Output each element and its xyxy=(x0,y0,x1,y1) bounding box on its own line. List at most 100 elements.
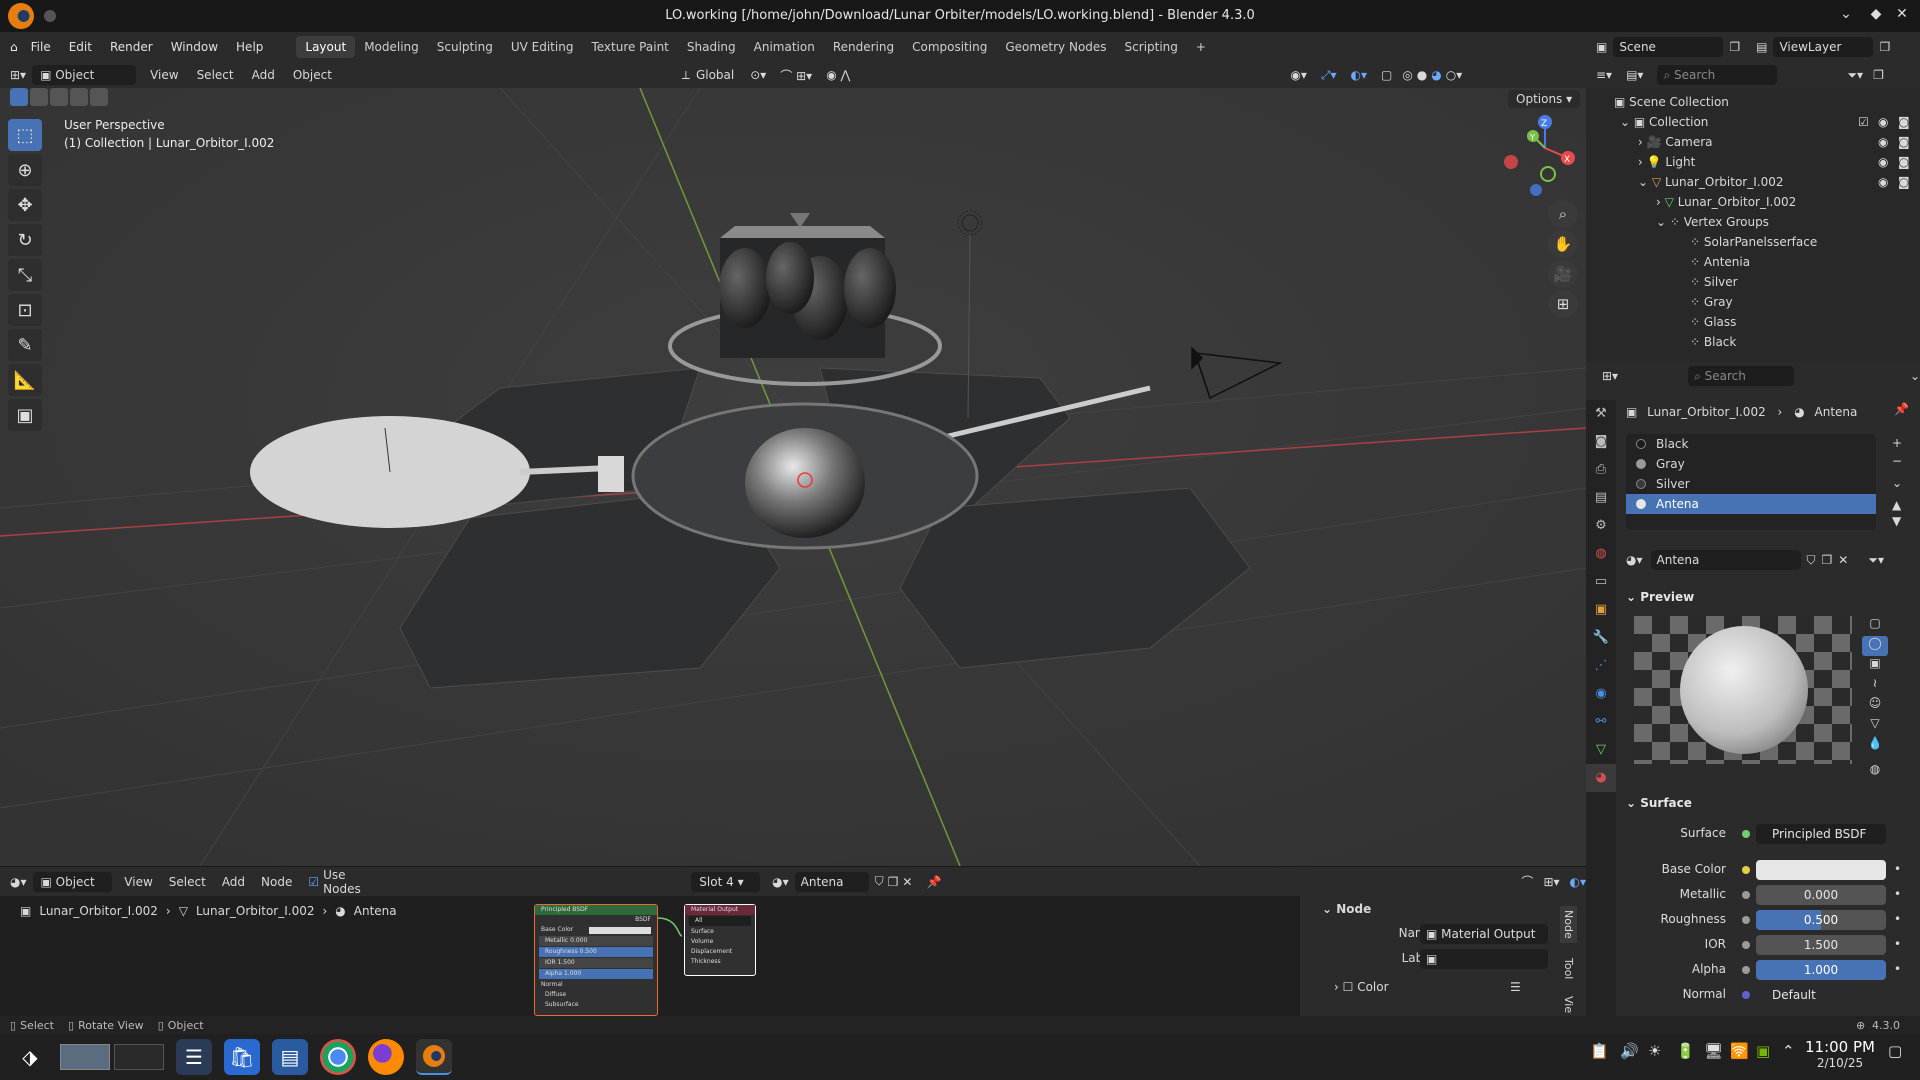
base-color-keyframe-icon[interactable]: • xyxy=(1894,862,1901,876)
render-camera-icon[interactable]: ◙ xyxy=(1898,172,1910,192)
add-cube-icon[interactable]: ▣ xyxy=(8,399,42,431)
preview-monkey-icon[interactable]: ☺ xyxy=(1862,696,1888,716)
preview-cloth-icon[interactable]: ▽ xyxy=(1862,716,1888,736)
preview-world-icon[interactable]: ◍ xyxy=(1862,762,1888,782)
material-output-node[interactable]: Material Output All Surface Volume Displ… xyxy=(684,904,756,976)
browse-material-icon[interactable]: ◕▾ xyxy=(1626,553,1643,567)
tab-geometry-nodes[interactable]: Geometry Nodes xyxy=(996,36,1115,58)
material-filter-icon[interactable]: ⏷▾ xyxy=(1868,553,1884,568)
render-tab-icon[interactable]: ◙ xyxy=(1586,428,1616,456)
3d-viewport[interactable]: X Z Y User Perspective (1) Collection | … xyxy=(0,88,1586,866)
outliner-row[interactable]: › ▽ Lunar_Orbitor_I.002 xyxy=(1586,192,1920,212)
ne-overlay-icon[interactable]: ◐▾ xyxy=(1570,875,1587,889)
slot-down-icon[interactable]: ▼ xyxy=(1892,514,1901,528)
node-panel-header[interactable]: ⌄ Node xyxy=(1322,902,1371,916)
blender-menu-icon[interactable]: ⌂ xyxy=(10,40,18,54)
particles-tab-icon[interactable]: ⋰ xyxy=(1586,652,1616,680)
preview-cube-icon[interactable]: ▣ xyxy=(1862,656,1888,676)
sidebar-tab-view[interactable]: View xyxy=(1560,992,1577,1014)
outliner-row[interactable]: ⁘ Silver xyxy=(1586,272,1920,292)
tab-scripting[interactable]: Scripting xyxy=(1116,36,1187,58)
menu-window[interactable]: Window xyxy=(162,40,227,54)
firefox-icon[interactable] xyxy=(368,1039,404,1075)
outliner-row[interactable]: ⌄ ▽ Lunar_Orbitor_I.002 ◉ ◙ xyxy=(1586,172,1920,192)
xray-icon[interactable]: ▢ xyxy=(1381,68,1392,82)
vp-menu-object[interactable]: Object xyxy=(293,68,332,82)
tab-texture-paint[interactable]: Texture Paint xyxy=(582,36,677,58)
preview-fluid-icon[interactable]: 💧 xyxy=(1862,736,1888,756)
measure-icon[interactable]: 📐 xyxy=(8,364,42,396)
preview-flat-icon[interactable]: ▢ xyxy=(1862,616,1888,636)
properties-type-icon[interactable]: ⊞▾ xyxy=(1602,369,1618,383)
scene-icon[interactable]: ▣ xyxy=(1596,40,1607,54)
outliner-row[interactable]: ⌄ ▣ Collection ☑ ◉ ◙ xyxy=(1586,112,1920,132)
annotate-icon[interactable]: ✎ xyxy=(8,329,42,361)
color-panel-menu-icon[interactable]: ☰ xyxy=(1510,980,1521,994)
ne-menu-view[interactable]: View xyxy=(124,875,152,889)
outliner-row[interactable]: ⁘ Black xyxy=(1586,332,1920,352)
ne-snap-icon[interactable]: ⌒ xyxy=(1521,873,1533,890)
desktop-2[interactable] xyxy=(114,1044,164,1070)
render-camera-icon[interactable]: ◙ xyxy=(1898,112,1910,132)
select-new-icon[interactable] xyxy=(10,88,28,106)
material-slot[interactable]: Black xyxy=(1626,434,1876,454)
shader-editor-type-icon[interactable]: ◕▾ xyxy=(10,875,27,889)
overlay-toggle-icon[interactable]: ◐▾ xyxy=(1350,68,1367,82)
snap-icon[interactable]: ⌒ ⊞▾ xyxy=(780,67,812,84)
move-icon[interactable]: ✥ xyxy=(8,189,42,221)
pin-icon[interactable]: 📌 xyxy=(1894,402,1909,416)
duplicate-material-icon[interactable]: ❐ xyxy=(1822,553,1833,567)
ior-field[interactable]: 1.500 xyxy=(1756,935,1886,955)
cursor-icon[interactable]: ⊕ xyxy=(8,154,42,186)
ne-fake-user-icon[interactable]: ⛉ xyxy=(875,874,884,889)
clock[interactable]: 11:00 PM 2/10/25 xyxy=(1796,1038,1884,1070)
clipboard-icon[interactable]: 📋 xyxy=(1590,1042,1609,1060)
minimize-icon[interactable]: ⌄ xyxy=(1836,6,1856,26)
tab-uv-editing[interactable]: UV Editing xyxy=(502,36,583,58)
filter-icon[interactable]: ⏷▾ xyxy=(1847,68,1863,83)
shader-type-dropdown[interactable]: ▣ Object ▾ xyxy=(32,871,113,909)
tab-animation[interactable]: Animation xyxy=(745,36,824,58)
hide-eye-icon[interactable]: ◉ xyxy=(1878,132,1888,152)
transform-icon[interactable]: ⊡ xyxy=(8,294,42,326)
menu-render[interactable]: Render xyxy=(101,40,162,54)
modifier-tab-icon[interactable]: 🔧 xyxy=(1586,624,1616,652)
tab-modeling[interactable]: Modeling xyxy=(355,36,428,58)
outliner-scene-collection[interactable]: ▣ Scene Collection xyxy=(1586,92,1920,112)
brightness-icon[interactable]: ☀ xyxy=(1648,1042,1661,1060)
material-name-field[interactable]: Antena xyxy=(1650,550,1801,570)
tab-compositing[interactable]: Compositing xyxy=(903,36,996,58)
transform-orientation-icon[interactable]: ⟂ xyxy=(682,68,690,83)
material-slot-selected[interactable]: Antena xyxy=(1626,494,1876,514)
maximize-icon[interactable]: ◆ xyxy=(1866,6,1886,26)
tab-shading[interactable]: Shading xyxy=(678,36,745,58)
new-view-layer-icon[interactable]: ❐ xyxy=(1879,40,1890,54)
vp-menu-select[interactable]: Select xyxy=(197,68,234,82)
close-icon[interactable]: ✕ xyxy=(1892,6,1912,26)
color-panel-header[interactable]: › ☐ Color xyxy=(1334,980,1389,994)
pager[interactable] xyxy=(60,1039,170,1075)
surface-shader-field[interactable]: Principled BSDF xyxy=(1756,824,1886,844)
discover-store-icon[interactable]: 🛍 xyxy=(224,1039,260,1075)
preview-hair-icon[interactable]: ≀ xyxy=(1862,676,1888,696)
battery-icon[interactable]: 🔋 xyxy=(1676,1042,1695,1060)
metallic-keyframe-icon[interactable]: • xyxy=(1894,887,1901,901)
roughness-keyframe-icon[interactable]: • xyxy=(1894,912,1901,926)
shading-solid-icon[interactable]: ● xyxy=(1417,68,1427,82)
outliner-row[interactable]: › 💡 Light ◉ ◙ xyxy=(1586,152,1920,172)
ior-keyframe-icon[interactable]: • xyxy=(1894,937,1901,951)
exclude-checkbox[interactable]: ☑ xyxy=(1858,112,1869,132)
collection-tab-icon[interactable]: ▭ xyxy=(1586,568,1616,596)
ne-pin-icon[interactable]: 📌 xyxy=(926,875,941,889)
network-icon[interactable]: 🛜 xyxy=(1730,1042,1749,1060)
outliner-row[interactable]: ⁘ Glass xyxy=(1586,312,1920,332)
slot-remove-icon[interactable]: − xyxy=(1892,454,1902,468)
editor-type-icon[interactable]: ⊞▾ xyxy=(10,68,26,82)
render-camera-icon[interactable]: ◙ xyxy=(1898,132,1910,152)
surface-panel-header[interactable]: ⌄ Surface xyxy=(1626,792,1692,814)
outliner-row[interactable]: ⌄ ⁘ Vertex Groups xyxy=(1586,212,1920,232)
mode-dropdown[interactable]: ▣ Object Mode ▾ xyxy=(32,65,137,102)
select-box-icon[interactable]: ⬚ xyxy=(8,119,42,151)
scale-icon[interactable]: ⤡ xyxy=(8,259,42,291)
node-label-field[interactable]: ▣ xyxy=(1420,949,1548,969)
